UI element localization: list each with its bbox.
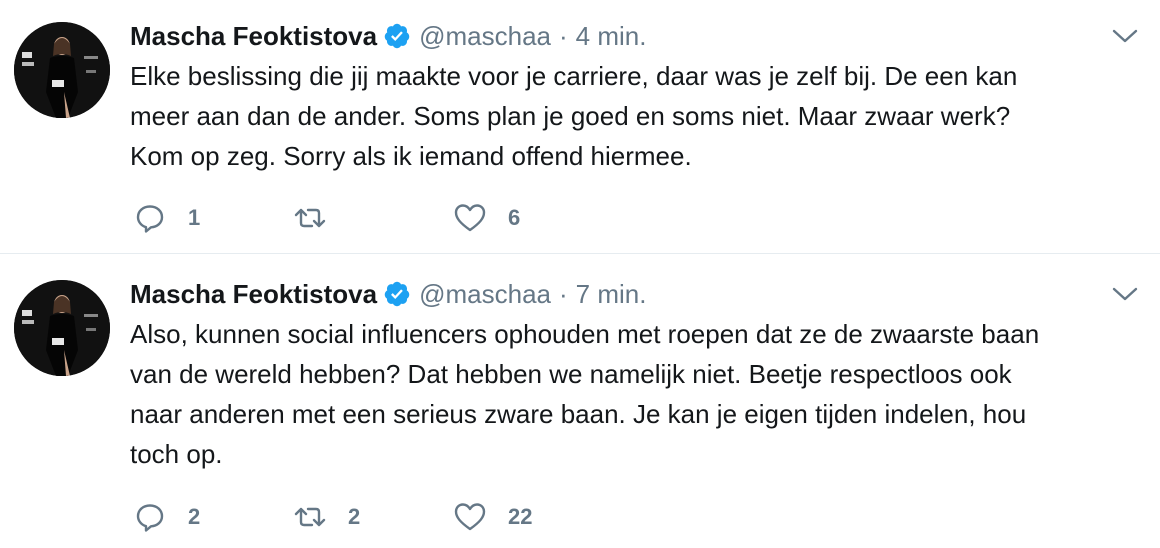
tweet-text-line: Kom op zeg. Sorry als ik iemand offend h… (130, 141, 692, 171)
tweet[interactable]: Mascha Feoktistova @maschaa · 4 min. Elk… (0, 0, 1160, 253)
tweet-text-line: van de wereld hebben? Dat hebben we name… (130, 359, 1012, 389)
author-name[interactable]: Mascha Feoktistova (130, 279, 377, 310)
tweet[interactable]: Mascha Feoktistova @maschaa · 7 min. Als… (0, 254, 1160, 548)
tweet-text-line: meer aan dan de ander. Soms plan je goed… (130, 101, 1011, 131)
like-button[interactable]: 22 (454, 501, 532, 533)
verified-badge-icon (384, 281, 410, 307)
tweet-text-line: Also, kunnen social influencers ophouden… (130, 319, 1040, 349)
like-count: 22 (508, 504, 533, 529)
separator-dot: · (559, 20, 568, 51)
timestamp[interactable]: 7 min. (576, 279, 647, 310)
verified-badge-icon (384, 23, 410, 49)
reply-count: 1 (188, 205, 201, 230)
chevron-down-icon[interactable] (1112, 286, 1138, 302)
like-button[interactable]: 6 (454, 202, 520, 234)
author-name[interactable]: Mascha Feoktistova (130, 21, 377, 52)
retweet-button[interactable]: 2 (294, 501, 360, 533)
tweet-text-line: Elke beslissing die jij maakte voor je c… (130, 61, 1018, 91)
retweet-count: 2 (348, 504, 361, 529)
reply-icon (136, 205, 164, 233)
tweet-text-line: naar anderen met een serieus zware baan.… (130, 399, 1027, 429)
retweet-button[interactable] (294, 202, 348, 234)
retweet-icon (294, 507, 326, 527)
reply-button[interactable]: 1 (134, 202, 200, 234)
reply-button[interactable]: 2 (134, 501, 200, 533)
tweet-text-line: toch op. (130, 439, 223, 469)
author-handle[interactable]: @maschaa (419, 279, 551, 310)
avatar[interactable] (14, 22, 110, 118)
tweet-text: Elke beslissing die jij maakte voor je c… (130, 56, 1130, 176)
author-handle[interactable]: @maschaa (419, 21, 551, 52)
avatar[interactable] (14, 280, 110, 376)
heart-icon (454, 204, 486, 232)
chevron-down-icon[interactable] (1112, 28, 1138, 44)
timestamp[interactable]: 4 min. (576, 21, 647, 52)
heart-icon (454, 503, 486, 531)
like-count: 6 (508, 205, 521, 230)
reply-count: 2 (188, 504, 201, 529)
reply-icon (136, 504, 164, 532)
retweet-icon (294, 208, 326, 228)
tweet-text: Also, kunnen social influencers ophouden… (130, 314, 1130, 474)
separator-dot: · (559, 278, 568, 309)
